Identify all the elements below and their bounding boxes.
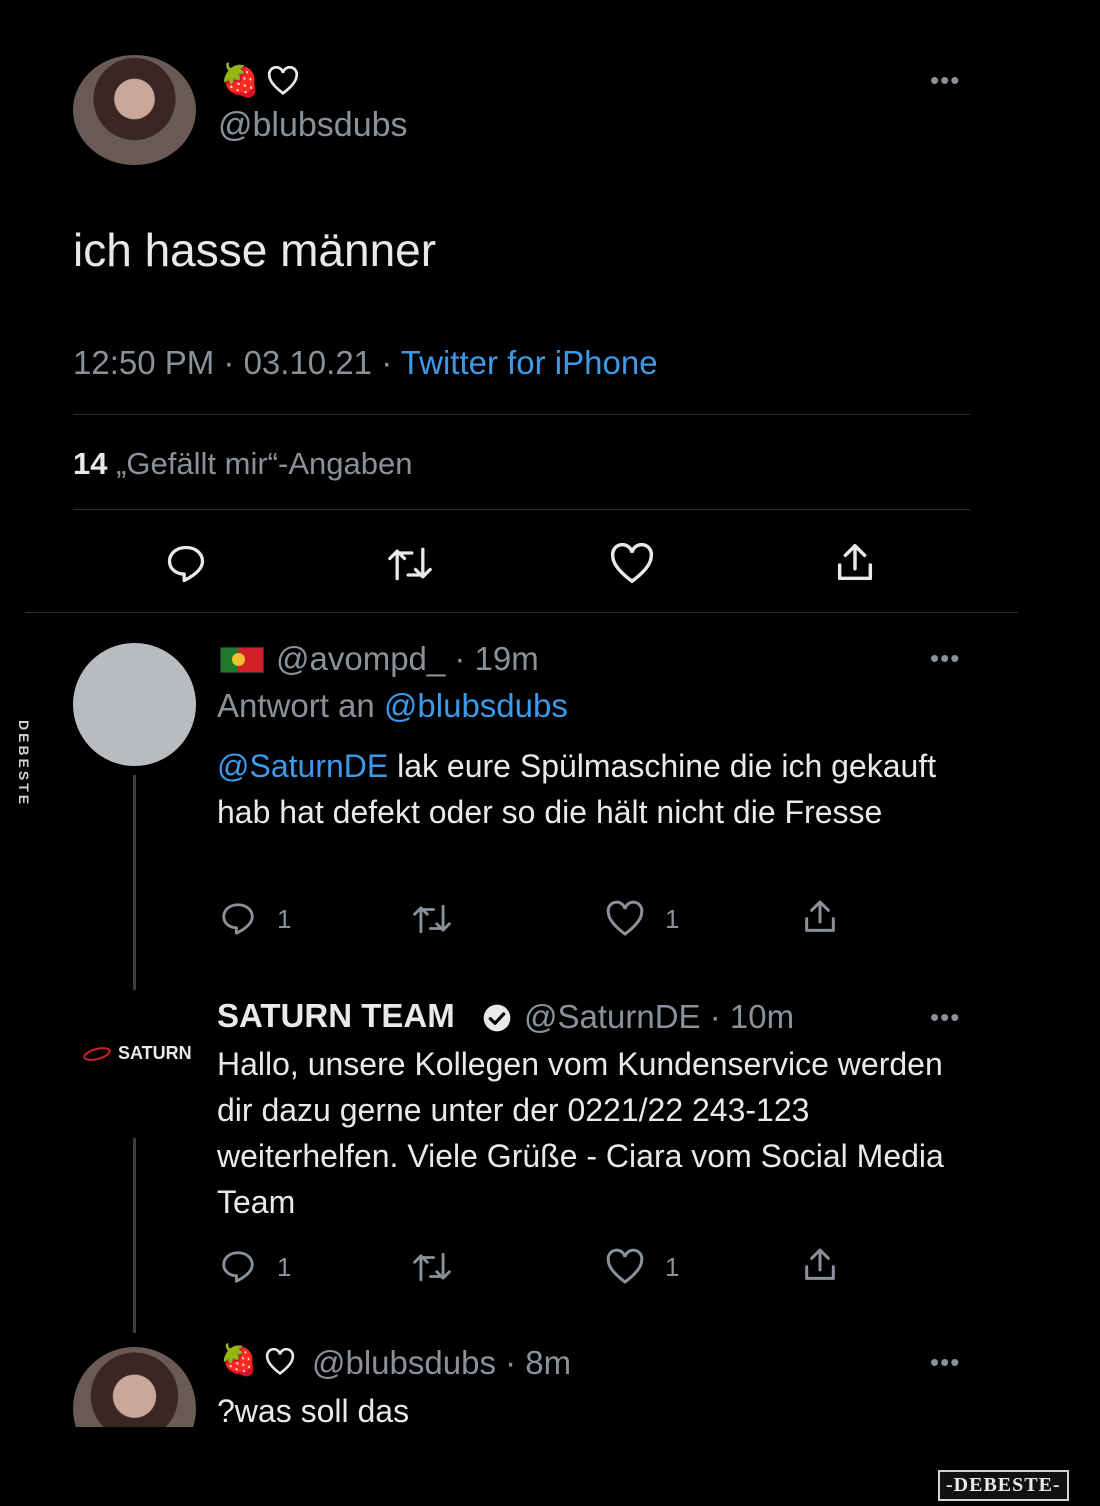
more-options-icon[interactable]: ••• xyxy=(930,1004,960,1030)
likes-count: 14 xyxy=(73,446,108,481)
likes-label: „Gefällt mir“-Angaben xyxy=(116,446,413,481)
share-icon[interactable] xyxy=(800,897,840,937)
strawberry-icon: 🍓 xyxy=(220,1344,258,1377)
saturn-logo-text: SATURN xyxy=(118,1043,192,1063)
verified-badge-icon xyxy=(481,1002,513,1034)
reply-avatar[interactable] xyxy=(73,643,196,766)
more-options-icon[interactable]: ••• xyxy=(930,67,960,93)
reply-icon[interactable] xyxy=(163,542,209,586)
reply-handle[interactable]: @SaturnDE · 10m xyxy=(524,998,794,1036)
reply-to-line: Antwort an @blubsdubs xyxy=(217,687,568,724)
thread-line xyxy=(133,1138,136,1333)
divider xyxy=(73,414,970,415)
more-options-icon[interactable]: ••• xyxy=(930,1349,960,1375)
retweet-icon[interactable] xyxy=(410,900,454,938)
heart-outline-icon xyxy=(266,66,300,96)
author-handle[interactable]: @blubsdubs xyxy=(218,106,408,145)
side-watermark: DEBESTE xyxy=(16,720,32,808)
reply-text: Hallo, unsere Kollegen vom Kundenservice… xyxy=(217,1046,944,1220)
reply-handle[interactable]: @blubsdubs · 8m xyxy=(312,1344,571,1382)
retweet-icon[interactable] xyxy=(410,1248,454,1286)
reply-icon[interactable] xyxy=(218,1248,258,1286)
crop-mask xyxy=(60,1427,220,1487)
divider xyxy=(73,509,970,510)
reply-name[interactable]: SATURN TEAM xyxy=(217,997,455,1035)
author-avatar[interactable] xyxy=(73,55,196,165)
tweet-text: ich hasse männer xyxy=(73,224,437,276)
share-icon[interactable] xyxy=(831,540,879,586)
corner-watermark: -DEBESTE- xyxy=(938,1470,1069,1501)
thread-line xyxy=(133,775,136,990)
strawberry-icon: 🍓 xyxy=(220,62,260,98)
tweet-client[interactable]: Twitter for iPhone xyxy=(401,344,658,381)
reply-icon[interactable] xyxy=(218,900,258,938)
section-divider xyxy=(25,612,1018,613)
like-icon[interactable] xyxy=(605,900,645,938)
reply-text: @SaturnDE lak eure Spülmaschine die ich … xyxy=(217,748,937,830)
reply-count: 1 xyxy=(277,1252,292,1282)
like-icon[interactable] xyxy=(605,1248,645,1286)
reply-count: 1 xyxy=(277,904,292,934)
more-options-icon[interactable]: ••• xyxy=(930,645,960,671)
saturn-logo[interactable]: SATURN xyxy=(82,1040,192,1080)
tweet-meta: 12:50 PM · 03.10.21 · Twitter for iPhone xyxy=(73,344,658,382)
saturn-ring-icon xyxy=(83,1047,111,1061)
like-count: 1 xyxy=(665,904,680,934)
reply-text: ?was soll das xyxy=(217,1393,410,1429)
tweet-timestamp: 12:50 PM · 03.10.21 · xyxy=(73,344,393,381)
reply-handle[interactable]: @avompd_ · 19m xyxy=(276,640,539,678)
reply-to-handle[interactable]: @blubsdubs xyxy=(384,687,568,724)
like-count: 1 xyxy=(665,1252,680,1282)
retweet-icon[interactable] xyxy=(385,542,435,586)
like-icon[interactable] xyxy=(609,542,655,586)
likes-summary[interactable]: 14 „Gefällt mir“-Angaben xyxy=(73,446,412,482)
share-icon[interactable] xyxy=(800,1245,840,1285)
mention-link[interactable]: @SaturnDE xyxy=(217,748,388,784)
portugal-flag-icon xyxy=(220,647,264,673)
heart-outline-icon xyxy=(264,1348,296,1376)
